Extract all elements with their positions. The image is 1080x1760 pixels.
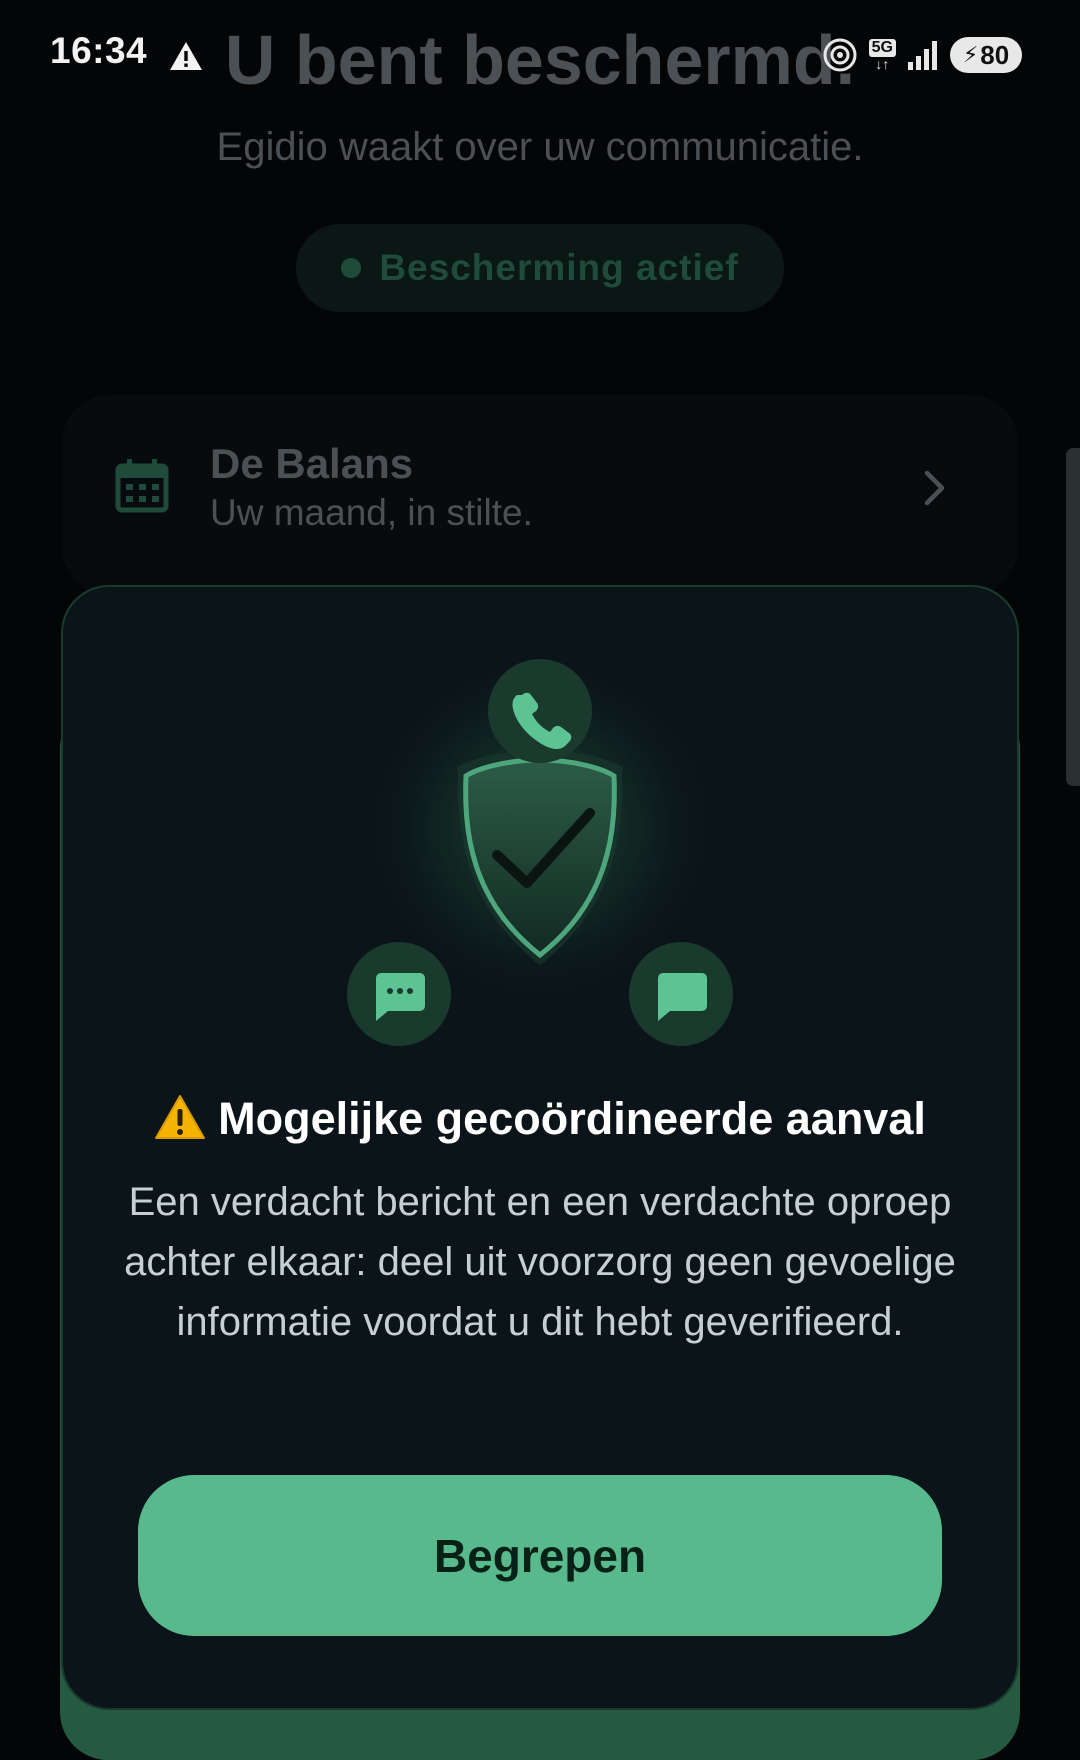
status-icons: 5G ↓↑ ⚡ 80: [821, 36, 1022, 74]
warning-icon: [170, 42, 202, 70]
alert-title-row: Mogelijke gecoördineerde aanval: [100, 1093, 980, 1145]
alert-title: Mogelijke gecoördineerde aanval: [218, 1093, 926, 1144]
understood-button[interactable]: Begrepen: [138, 1475, 942, 1636]
page-subtitle: Egidio waakt over uw communicatie.: [216, 125, 864, 169]
battery-level: 80: [980, 39, 1010, 70]
balance-card[interactable]: [62, 395, 1018, 595]
network-type: 5G: [868, 39, 896, 57]
shield-illustration: [347, 659, 733, 1046]
calendar-icon: [115, 459, 169, 513]
chat-icon: [629, 942, 733, 1046]
signal-icon: [908, 41, 937, 70]
hotspot-icon: [823, 38, 857, 72]
alert-message: Een verdacht bericht en een verdachte op…: [124, 1180, 956, 1344]
status-time: 16:34: [50, 30, 148, 71]
scrollbar[interactable]: [1066, 448, 1080, 786]
5g-icon: 5G ↓↑: [868, 39, 896, 71]
sms-icon: [347, 942, 451, 1046]
chevron-right-icon: [924, 470, 945, 506]
battery-charging-icon: ⚡ 80: [950, 37, 1022, 73]
protection-status-badge: Bescherming actief: [296, 224, 784, 312]
status-bar: 16:34 5G ↓↑ ⚡ 80: [0, 0, 1080, 110]
phone-icon: [488, 659, 592, 763]
status-dot-icon: [341, 258, 362, 278]
protection-status-label: Bescherming actief: [379, 247, 739, 288]
balance-card-title: De Balans: [210, 440, 414, 487]
warning-icon: [155, 1095, 206, 1139]
balance-card-subtitle: Uw maand, in stilte.: [210, 492, 533, 533]
